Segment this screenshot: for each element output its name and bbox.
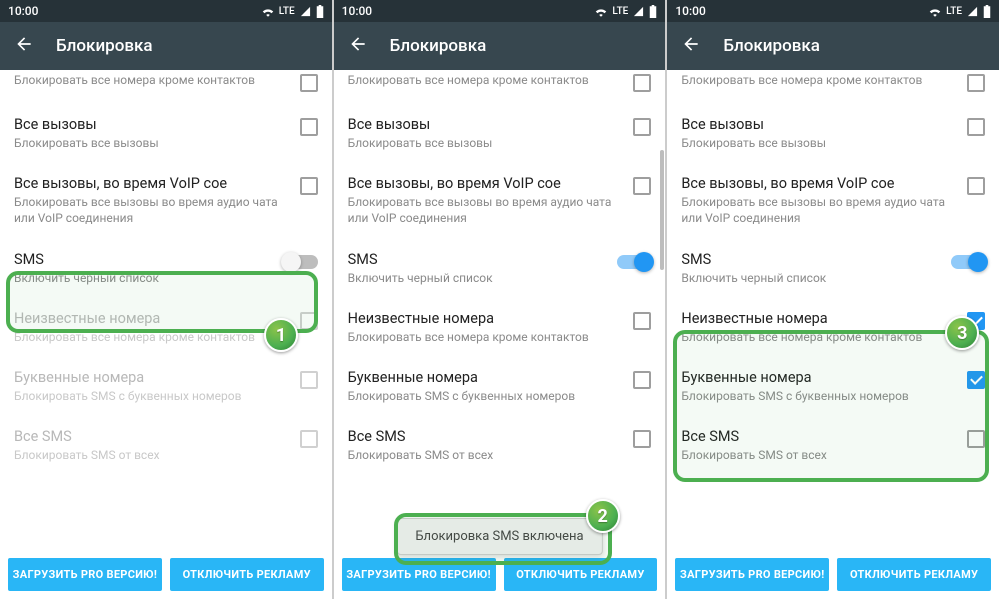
status-net: LTE	[612, 6, 628, 17]
footer: ЗАГРУЗИТЬ PRO ВЕРСИЮ! ОТКЛЮЧИТЬ РЕКЛАМУ	[667, 550, 999, 599]
checkbox[interactable]	[300, 118, 318, 136]
status-bar: 10:00 LTE	[667, 0, 999, 22]
status-right: LTE	[594, 5, 657, 18]
checkbox[interactable]	[967, 430, 985, 448]
sms-switch[interactable]	[284, 255, 318, 269]
signal-icon	[632, 6, 645, 17]
btn-pro[interactable]: ЗАГРУЗИТЬ PRO ВЕРСИЮ!	[675, 558, 829, 591]
row-all-calls[interactable]: Все вызовыБлокировать все вызовы	[0, 104, 332, 163]
row-prev[interactable]: Блокировать все номера кроме контактов	[667, 70, 999, 104]
checkbox[interactable]	[633, 371, 651, 389]
status-bar: 10:00 LTE	[0, 0, 332, 22]
row-prev[interactable]: Блокировать все номера кроме контактов	[334, 70, 666, 104]
row-all-sms[interactable]: Все SMSБлокировать SMS от всех	[334, 416, 666, 475]
btn-ads[interactable]: ОТКЛЮЧИТЬ РЕКЛАМУ	[504, 558, 658, 591]
footer: ЗАГРУЗИТЬ PRO ВЕРСИЮ! ОТКЛЮЧИТЬ РЕКЛАМУ	[0, 550, 332, 599]
back-icon[interactable]	[14, 34, 34, 58]
appbar-title: Блокировка	[723, 36, 820, 56]
row-alpha[interactable]: Буквенные номераБлокировать SMS с буквен…	[334, 357, 666, 416]
checkbox[interactable]	[967, 118, 985, 136]
app-bar: Блокировка	[667, 22, 999, 70]
row-unknown[interactable]: Неизвестные номераБлокировать все номера…	[667, 298, 999, 357]
row-alpha: Буквенные номераБлокировать SMS с буквен…	[0, 357, 332, 416]
sms-switch[interactable]	[951, 255, 985, 269]
status-time: 10:00	[675, 4, 705, 18]
checkbox[interactable]	[633, 74, 651, 92]
toast: Блокировка SMS включена	[396, 518, 602, 555]
row-voip[interactable]: Все вызовы, во время VoIP соеБлокировать…	[0, 163, 332, 238]
status-time: 10:00	[342, 4, 372, 18]
row-all-calls[interactable]: Все вызовыБлокировать все вызовы	[334, 104, 666, 163]
battery-icon	[649, 5, 657, 18]
checkbox	[300, 312, 318, 330]
wifi-icon	[594, 6, 608, 17]
wifi-icon	[261, 6, 275, 17]
status-bar: 10:00 LTE	[334, 0, 666, 22]
row-alpha[interactable]: Буквенные номераБлокировать SMS с буквен…	[667, 357, 999, 416]
signal-icon	[299, 6, 312, 17]
row-sms[interactable]: SMSВключить черный список	[0, 239, 332, 298]
signal-icon	[966, 6, 979, 17]
row-sms[interactable]: SMSВключить черный список	[667, 239, 999, 298]
row-all-calls[interactable]: Все вызовыБлокировать все вызовы	[667, 104, 999, 163]
back-icon[interactable]	[681, 34, 701, 58]
footer: ЗАГРУЗИТЬ PRO ВЕРСИЮ! ОТКЛЮЧИТЬ РЕКЛАМУ	[334, 550, 666, 599]
checkbox[interactable]	[967, 312, 985, 330]
sms-switch[interactable]	[617, 255, 651, 269]
row-sms[interactable]: SMSВключить черный список	[334, 239, 666, 298]
appbar-title: Блокировка	[390, 36, 487, 56]
screen-2: 10:00 LTE Блокировка Блокировать все ном…	[334, 0, 666, 599]
checkbox	[300, 371, 318, 389]
list: Блокировать все номера кроме контактов В…	[667, 70, 999, 550]
row-all-sms: Все SMSБлокировать SMS от всех	[0, 416, 332, 475]
status-right: LTE	[928, 5, 991, 18]
appbar-title: Блокировка	[56, 36, 153, 56]
wifi-icon	[928, 6, 942, 17]
status-net: LTE	[279, 6, 295, 17]
checkbox[interactable]	[633, 312, 651, 330]
row-unknown[interactable]: Неизвестные номераБлокировать все номера…	[334, 298, 666, 357]
checkbox[interactable]	[967, 177, 985, 195]
checkbox[interactable]	[633, 177, 651, 195]
btn-ads[interactable]: ОТКЛЮЧИТЬ РЕКЛАМУ	[837, 558, 991, 591]
checkbox[interactable]	[633, 118, 651, 136]
back-icon[interactable]	[348, 34, 368, 58]
row-voip[interactable]: Все вызовы, во время VoIP соеБлокировать…	[334, 163, 666, 238]
status-right: LTE	[261, 5, 324, 18]
status-time: 10:00	[8, 4, 38, 18]
checkbox[interactable]	[300, 177, 318, 195]
checkbox[interactable]	[967, 371, 985, 389]
battery-icon	[983, 5, 991, 18]
app-bar: Блокировка	[0, 22, 332, 70]
row-all-sms[interactable]: Все SMSБлокировать SMS от всех	[667, 416, 999, 475]
battery-icon	[316, 5, 324, 18]
checkbox[interactable]	[967, 74, 985, 92]
screen-3: 10:00 LTE Блокировка Блокировать все ном…	[667, 0, 999, 599]
btn-pro[interactable]: ЗАГРУЗИТЬ PRO ВЕРСИЮ!	[342, 558, 496, 591]
status-net: LTE	[946, 6, 962, 17]
row-unknown: Неизвестные номераБлокировать все номера…	[0, 298, 332, 357]
checkbox[interactable]	[300, 74, 318, 92]
list: Блокировать все номера кроме контактов В…	[0, 70, 332, 550]
checkbox	[300, 430, 318, 448]
checkbox[interactable]	[633, 430, 651, 448]
btn-ads[interactable]: ОТКЛЮЧИТЬ РЕКЛАМУ	[170, 558, 324, 591]
row-voip[interactable]: Все вызовы, во время VoIP соеБлокировать…	[667, 163, 999, 238]
row-prev[interactable]: Блокировать все номера кроме контактов	[0, 70, 332, 104]
screen-1: 10:00 LTE Блокировка Блокировать все ном…	[0, 0, 332, 599]
list: Блокировать все номера кроме контактов В…	[334, 70, 666, 550]
app-bar: Блокировка	[334, 22, 666, 70]
btn-pro[interactable]: ЗАГРУЗИТЬ PRO ВЕРСИЮ!	[8, 558, 162, 591]
